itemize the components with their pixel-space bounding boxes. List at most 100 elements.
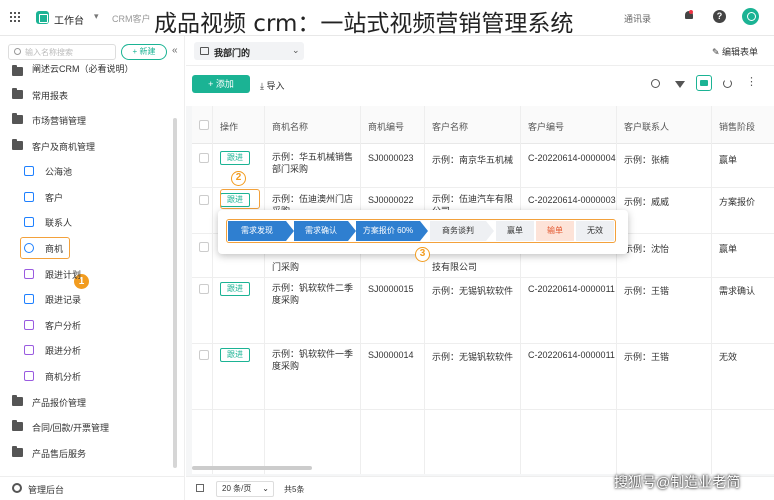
col-header-customer[interactable]: 客户名称 [432,120,468,133]
sidebar-item-reports[interactable]: 常用报表 [0,85,175,105]
sidebar-scrollbar[interactable] [173,118,177,468]
sales-stage: 方案报价 [719,197,756,207]
opportunity-code: SJ0000023 [368,153,414,163]
horizontal-scrollbar[interactable] [192,466,312,470]
stage-step[interactable]: 需求发现 [228,221,286,241]
stage-arrow [348,221,356,241]
filter-icon[interactable] [675,81,685,88]
opportunity-icon [24,243,34,253]
stage-step-lost[interactable]: 输单 [536,221,574,241]
step-badge-2: 2 [231,171,246,186]
row-checkbox[interactable] [199,284,209,294]
stage-step[interactable]: 赢单 [496,221,534,241]
customer-code: C-20220614-0000004 [528,153,616,163]
import-button[interactable]: ⤓ 导入 [260,79,285,92]
more-icon[interactable]: ⋮ [746,75,757,88]
sidebar-item-opportunity[interactable]: 商机 [0,237,175,259]
sidebar-item-marketing[interactable]: 市场营销管理 [0,110,175,130]
contact-name[interactable]: 示例：沈怡 [624,242,669,255]
admin-console-link[interactable]: 管理后台 [0,476,185,500]
record-icon [24,294,34,304]
stage-arrow [286,221,294,241]
sidebar-item-quotation[interactable]: 产品报价管理 [0,392,175,412]
contact-name[interactable]: 示例：王锴 [624,284,669,297]
customer-name[interactable]: 技有限公司 [432,260,477,273]
col-header-name[interactable]: 商机名称 [272,120,308,133]
opportunity-code: SJ0000015 [368,284,414,294]
new-button[interactable]: + 新建 [121,44,167,60]
bell-icon[interactable] [684,10,694,22]
contacts-link[interactable]: 通讯录 [624,12,651,25]
table-settings-icon[interactable] [196,484,204,492]
search-icon[interactable] [651,79,660,88]
sidebar-item-guide[interactable]: 阐述云CRM（必看说明） [0,62,175,82]
search-input[interactable]: 输入名称搜索 [8,44,116,60]
contacts-icon [24,217,34,227]
edit-form-button[interactable]: ✎ 编辑表单 [712,45,758,58]
row-checkbox[interactable] [199,195,209,205]
sidebar-item-public-pool[interactable]: 公海池 [0,161,175,181]
refresh-icon[interactable] [723,79,732,88]
comment-view-icon[interactable] [696,75,712,91]
opportunity-name[interactable]: 门采购 [272,260,299,273]
add-button[interactable]: + 添加 [192,75,250,93]
view-selector[interactable]: 我部门的 ⌄ [194,42,304,60]
row-checkbox[interactable] [199,242,209,252]
contact-name[interactable]: 示例：威威 [624,195,669,208]
sidebar-item-follow-analysis[interactable]: 跟进分析 [0,340,175,360]
row-checkbox[interactable] [199,350,209,360]
tab-crm[interactable]: CRM客户 [112,12,151,25]
page-size-select[interactable]: 20 条/页 ⌄ [216,481,274,497]
avatar[interactable] [742,8,759,25]
sidebar-item-follow-record[interactable]: 跟进记录 [0,289,175,309]
table-row[interactable]: 跟进 示例：钒软软件二季度采购 SJ0000015 示例：无锡钒软软件 C-20… [192,278,774,344]
chevron-down-icon: ⌄ [292,45,300,55]
col-header-code[interactable]: 商机编号 [368,120,404,133]
opportunity-name[interactable]: 示例：钒软软件二季度采购 [272,282,356,306]
sidebar-item-follow-plan[interactable]: 跟进计划 [0,264,175,284]
opportunity-name[interactable]: 示例：华五机械销售部门采购 [272,151,356,175]
stage-step[interactable]: 商务谈判 [430,221,486,241]
workspace-title[interactable]: 工作台 [54,12,84,27]
follow-button[interactable]: 跟进 [220,348,250,362]
collapse-sidebar-icon[interactable]: « [172,45,178,56]
customer-name[interactable]: 示例：无锡钒软软件 [432,284,513,297]
stage-step-current[interactable]: 方案报价 60% [356,221,420,241]
opportunity-code: SJ0000014 [368,350,414,360]
customer-name[interactable]: 示例：无锡钒软软件 [432,350,513,363]
opportunity-code: SJ0000022 [368,195,414,205]
help-icon[interactable]: ? [713,10,726,23]
follow-button[interactable]: 跟进 [220,151,250,165]
stage-step[interactable]: 需求确认 [294,221,348,241]
sidebar-item-contacts[interactable]: 联系人 [0,212,175,232]
plan-icon [24,269,34,279]
step-badge-3: 3 [415,247,430,262]
chevron-down-icon[interactable]: ▾ [94,11,99,22]
contact-name[interactable]: 示例：张楠 [624,153,669,166]
sidebar-item-after-sales[interactable]: 产品售后服务 [0,443,175,463]
sidebar-item-customer[interactable]: 客户 [0,187,175,207]
stage-step-void[interactable]: 无效 [576,221,614,241]
table-row[interactable]: 跟进 示例：华五机械销售部门采购 SJ0000023 示例：南京华五机械 C-2… [192,144,774,188]
sidebar-item-customers-opportunities[interactable]: 客户及商机管理 [0,136,175,156]
follow-button[interactable]: 跟进 [220,282,250,296]
contact-name[interactable]: 示例：王锴 [624,350,669,363]
apps-grid-icon[interactable] [10,12,20,22]
folder-icon [12,420,23,431]
col-header-contact[interactable]: 客户联系人 [624,120,669,133]
main-panel: 我部门的 ⌄ ✎ 编辑表单 + 添加 ⤓ 导入 ⋮ 操作 商机名称 商机编号 客… [186,36,774,500]
sidebar-item-customer-analysis[interactable]: 客户分析 [0,315,175,335]
table-row[interactable]: 跟进 示例：钒软软件一季度采购 SJ0000014 示例：无锡钒软软件 C-20… [192,344,774,410]
customer-name[interactable]: 示例：南京华五机械 [432,153,513,166]
sales-stage: 需求确认 [719,286,756,296]
opportunity-table: 操作 商机名称 商机编号 客户名称 客户编号 客户联系人 销售阶段 跟进 示例：… [192,106,774,474]
sidebar: 输入名称搜索 + 新建 « 阐述云CRM（必看说明） 常用报表 市场营销管理 客… [0,36,185,500]
sidebar-item-opportunity-analysis[interactable]: 商机分析 [0,366,175,386]
select-all-checkbox[interactable] [199,120,209,130]
folder-icon [12,446,23,457]
col-header-stage[interactable]: 销售阶段 [719,120,755,133]
col-header-customer-code[interactable]: 客户编号 [528,120,564,133]
opportunity-name[interactable]: 示例：钒软软件一季度采购 [272,348,356,372]
sidebar-item-contracts[interactable]: 合同/回款/开票管理 [0,417,175,437]
row-checkbox[interactable] [199,153,209,163]
